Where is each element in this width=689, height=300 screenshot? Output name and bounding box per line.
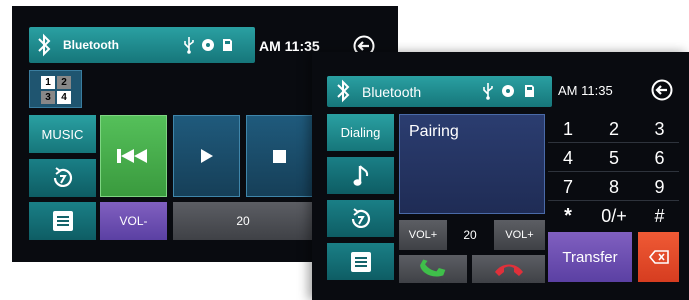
list-icon [350, 251, 372, 273]
music-label: MUSIC [41, 126, 84, 142]
key-5[interactable]: 5 [592, 145, 636, 171]
sd-card-icon [222, 38, 233, 52]
keypad-row-divider [548, 142, 679, 143]
header-title: Bluetooth [63, 38, 119, 52]
list-icon [52, 210, 74, 232]
front-screen: Bluetooth AM 11:35 Dialing Pairing VOL+ … [312, 52, 689, 300]
music-note-icon [353, 164, 369, 188]
music-button[interactable] [327, 157, 394, 194]
key-4[interactable]: 4 [548, 145, 588, 171]
answer-call-button[interactable] [399, 255, 467, 283]
vol-plus-left-label: VOL+ [408, 229, 438, 241]
skip-previous-icon [116, 148, 151, 164]
volume-value: 20 [463, 228, 477, 242]
stop-icon [273, 149, 286, 163]
end-call-button[interactable] [472, 255, 545, 283]
transfer-button[interactable]: Transfer [548, 232, 632, 282]
grid-cell-2: 2 [57, 76, 71, 89]
disc-icon [201, 38, 215, 52]
repeat-icon [349, 207, 373, 231]
status-text: Pairing [409, 123, 459, 140]
grid-cell-3: 3 [41, 91, 55, 104]
call-answer-icon [418, 258, 448, 280]
repeat-button[interactable] [327, 200, 394, 237]
repeat-button[interactable] [29, 159, 96, 197]
backspace-icon [648, 250, 669, 264]
vol-minus-label: VOL- [119, 214, 148, 228]
disc-icon [501, 84, 515, 98]
key-9[interactable]: 9 [640, 174, 679, 200]
key-7[interactable]: 7 [548, 174, 588, 200]
keypad-row-divider [548, 200, 679, 201]
header-title: Bluetooth [362, 84, 422, 100]
status-display: Pairing [399, 114, 545, 214]
stop-button[interactable] [246, 115, 313, 197]
header-bar: Bluetooth [327, 76, 552, 107]
header-time: AM 11:35 [259, 38, 320, 54]
keypad: 1 2 3 4 5 6 7 8 9 * 0/+ # [548, 114, 679, 230]
previous-track-button[interactable] [100, 115, 167, 197]
usb-icon [183, 36, 195, 54]
key-0-plus[interactable]: 0/+ [592, 203, 636, 229]
key-star[interactable]: * [548, 203, 588, 229]
keypad-row-divider [548, 171, 679, 172]
vol-minus-button[interactable]: VOL- [100, 202, 167, 240]
volume-bar[interactable]: 20 [173, 202, 313, 240]
key-hash[interactable]: # [640, 203, 679, 229]
vol-plus-right-label: VOL+ [505, 229, 534, 241]
bluetooth-icon [336, 79, 350, 103]
key-8[interactable]: 8 [592, 174, 636, 200]
grid-cell-4: 4 [57, 91, 71, 104]
volume-value: 20 [236, 214, 250, 228]
usb-icon [482, 82, 494, 100]
delete-button[interactable] [638, 232, 679, 282]
bluetooth-icon [37, 33, 51, 57]
back-arrow-icon[interactable] [651, 79, 673, 101]
vol-plus-left-button[interactable]: VOL+ [399, 220, 447, 250]
sd-card-icon [524, 84, 535, 98]
header-time: AM 11:35 [558, 83, 613, 98]
list-button[interactable] [327, 243, 394, 280]
header-bar: Bluetooth [29, 27, 255, 63]
play-icon [200, 148, 214, 164]
transfer-label: Transfer [562, 248, 618, 266]
vol-plus-right-button[interactable]: VOL+ [494, 220, 545, 250]
call-end-icon [493, 260, 525, 278]
grid-cell-1: 1 [41, 76, 55, 89]
dialing-label: Dialing [340, 125, 381, 140]
key-1[interactable]: 1 [548, 116, 588, 142]
dialing-button[interactable]: Dialing [327, 114, 394, 151]
key-2[interactable]: 2 [592, 116, 636, 142]
list-button[interactable] [29, 202, 96, 240]
repeat-icon [51, 166, 75, 190]
source-grid-button[interactable]: 1 2 3 4 [29, 70, 82, 108]
music-button[interactable]: MUSIC [29, 115, 96, 153]
play-button[interactable] [173, 115, 240, 197]
key-6[interactable]: 6 [640, 145, 679, 171]
key-3[interactable]: 3 [640, 116, 679, 142]
